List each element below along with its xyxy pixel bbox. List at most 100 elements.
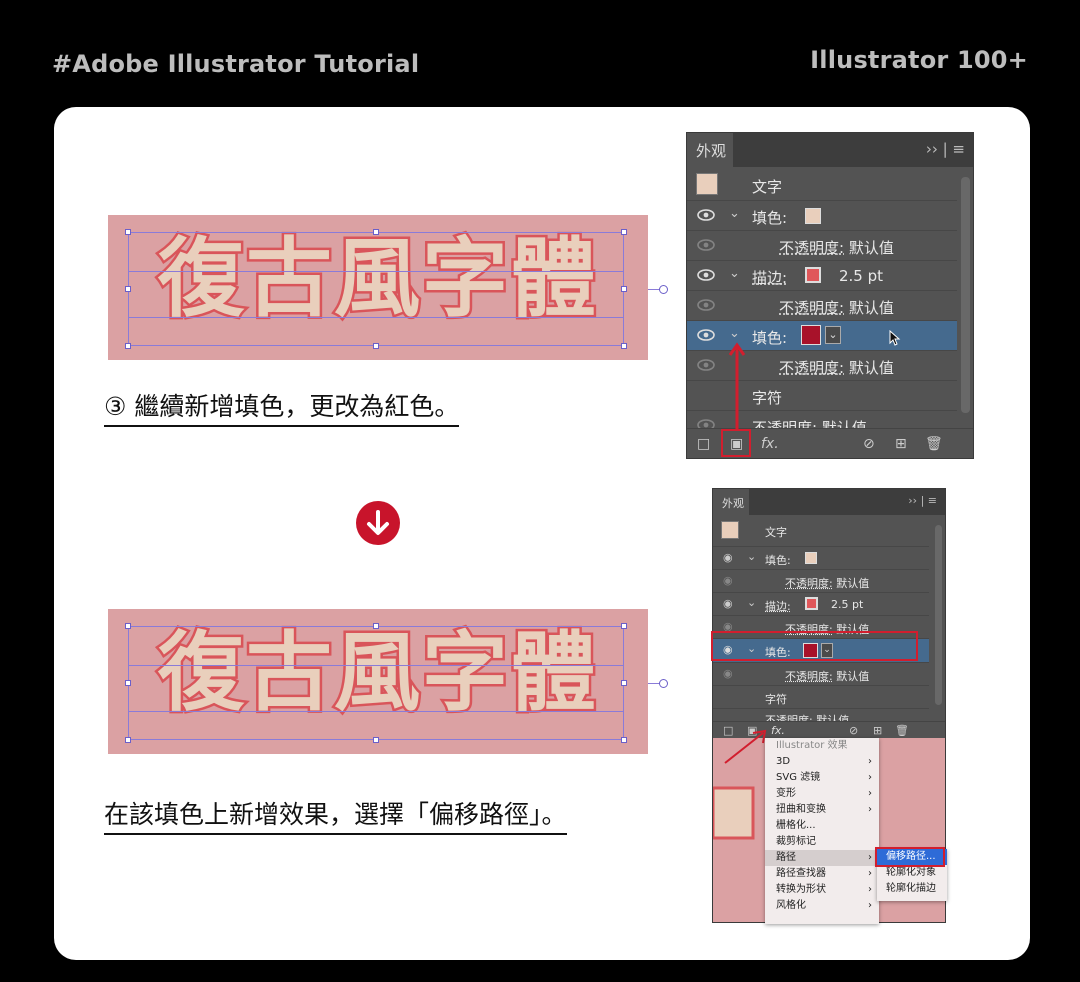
- object-thumbnail: [721, 521, 739, 539]
- fill-swatch-red[interactable]: [801, 325, 821, 345]
- menu-item-rasterize[interactable]: 栅格化...: [765, 818, 879, 834]
- fill-label: 填色:: [765, 554, 791, 567]
- chevron-down-icon[interactable]: ⌄: [729, 206, 740, 221]
- chevron-down-icon[interactable]: ⌄: [747, 596, 756, 609]
- trash-icon[interactable]: 🗑: [895, 724, 909, 737]
- appearance-panel: 外观 ›› | ≡ 文字 ⌄ 填色: 不透明度: 默认值 ⌄ 描边: 2.5 p…: [686, 132, 974, 459]
- stroke-row[interactable]: ◉ ⌄ 描边: 2.5 pt: [713, 593, 929, 616]
- fill-row-1[interactable]: ⌄ 填色:: [687, 201, 957, 231]
- header-left-title: #Adobe Illustrator Tutorial: [52, 50, 420, 78]
- clear-appearance-icon[interactable]: ⊘: [863, 436, 875, 452]
- object-row[interactable]: 文字: [687, 167, 957, 201]
- caption-step2: 在該填色上新增效果，選擇「偏移路徑」。: [104, 795, 567, 835]
- menu-item-crop-marks[interactable]: 裁剪标记: [765, 834, 879, 850]
- panel-scrollbar[interactable]: [935, 525, 942, 705]
- swatch-dropdown[interactable]: ⌄: [825, 326, 841, 344]
- eye-icon[interactable]: [697, 268, 715, 282]
- eye-icon[interactable]: ◉: [723, 551, 733, 564]
- opacity-row[interactable]: 不透明度: 默认值: [687, 231, 957, 261]
- menu-item-warp[interactable]: 变形 ›: [765, 786, 879, 802]
- characters-label: 字符: [765, 693, 787, 706]
- menu-item-path[interactable]: 路径 ›: [765, 850, 879, 866]
- highlight-offset-path: [875, 847, 945, 867]
- menu-item-svg-filters[interactable]: SVG 滤镜 ›: [765, 770, 879, 786]
- panel-menu-icon[interactable]: ›› | ≡: [926, 140, 965, 158]
- stroke-swatch[interactable]: [805, 267, 821, 283]
- tutorial-card: 復古風字體 ③ 繼續新增填色，更改為紅色。 復古風字體 在該填色上新增效果，選擇…: [54, 107, 1030, 960]
- stroke-label[interactable]: 描边:: [752, 267, 787, 288]
- artwork-step2[interactable]: 復古風字體: [108, 609, 668, 754]
- trash-icon[interactable]: 🗑: [925, 436, 943, 452]
- artwork-step1[interactable]: 復古風字體: [108, 215, 668, 360]
- fx-button[interactable]: fx.: [771, 724, 785, 737]
- duplicate-item-icon[interactable]: ⊞: [895, 436, 907, 452]
- eye-icon[interactable]: ◉: [723, 574, 733, 587]
- red-arrow-icon: [724, 729, 767, 764]
- menu-item-pathfinder[interactable]: 路径查找器 ›: [765, 866, 879, 882]
- effects-menu: Illustrator 效果 3D › SVG 滤镜 › 变形 › 扭曲和变换 › 栅格…: [765, 738, 879, 924]
- opacity-label[interactable]: 不透明度: 默认值: [785, 575, 869, 591]
- characters-row[interactable]: 字符: [713, 686, 929, 709]
- eye-icon[interactable]: [697, 328, 715, 342]
- object-label: 文字: [765, 526, 787, 539]
- cursor-icon: [889, 330, 901, 346]
- menu-item-convert-shape[interactable]: 转换为形状 ›: [765, 882, 879, 898]
- eye-icon[interactable]: [697, 208, 715, 222]
- header-right-title: Illustrator 100+: [810, 46, 1028, 74]
- stroke-width-value[interactable]: 2.5 pt: [839, 267, 883, 285]
- object-label: 文字: [752, 178, 783, 196]
- fill-label: 填色:: [752, 209, 788, 227]
- highlight-add-fill: [721, 429, 751, 457]
- submenu-item-outline-object[interactable]: 轮廓化对象: [877, 865, 947, 881]
- appearance-panel-small: 外观 ›› | ≡ 文字 ◉ ⌄ 填色: ◉ 不透明度: 默认值 ◉ ⌄ 描边:…: [711, 488, 947, 924]
- caption-step1: ③ 繼續新增填色，更改為紅色。: [104, 387, 460, 427]
- object-thumbnail: [696, 173, 718, 195]
- chevron-down-icon[interactable]: ⌄: [729, 326, 740, 341]
- opacity-row[interactable]: ◉ 不透明度: 默认值: [713, 570, 929, 593]
- text-path-handle[interactable]: [659, 285, 668, 294]
- fill-label: 填色:: [752, 329, 788, 347]
- stroke-label[interactable]: 描边:: [765, 598, 791, 614]
- menu-item-3d[interactable]: 3D ›: [765, 754, 879, 770]
- object-row[interactable]: 文字: [713, 515, 929, 547]
- fill-swatch-beige[interactable]: [805, 208, 821, 224]
- menu-title: Illustrator 效果: [776, 740, 848, 751]
- down-arrow-icon: [356, 501, 400, 545]
- eye-icon[interactable]: ◉: [723, 597, 733, 610]
- opacity-row[interactable]: ◉ 不透明度: 默认值: [713, 663, 929, 686]
- panel-tabbar: 外观 ›› | ≡: [713, 489, 945, 515]
- opacity-label[interactable]: 不透明度: 默认值: [779, 237, 894, 258]
- clear-appearance-icon[interactable]: ⊘: [849, 724, 858, 737]
- stroke-width-value[interactable]: 2.5 pt: [831, 598, 863, 611]
- fx-button[interactable]: fx.: [761, 436, 779, 452]
- add-stroke-icon[interactable]: □: [697, 436, 710, 452]
- menu-item-stylize[interactable]: 风格化 ›: [765, 898, 879, 914]
- stroke-row[interactable]: ⌄ 描边: 2.5 pt: [687, 261, 957, 291]
- text-path-handle[interactable]: [659, 679, 668, 688]
- menu-item-distort-transform[interactable]: 扭曲和变换 ›: [765, 802, 879, 818]
- panel-menu-icon[interactable]: ›› | ≡: [908, 494, 937, 507]
- chevron-down-icon[interactable]: ⌄: [747, 550, 756, 563]
- eye-icon[interactable]: [697, 298, 715, 312]
- red-arrow-up-icon: [728, 342, 746, 431]
- selection-box[interactable]: [125, 229, 627, 349]
- fill-row-1[interactable]: ◉ ⌄ 填色:: [713, 547, 929, 570]
- opacity-row[interactable]: 不透明度: 默认值: [687, 291, 957, 321]
- opacity-label[interactable]: 不透明度: 默认值: [779, 357, 894, 378]
- opacity-label[interactable]: 不透明度: 默认值: [779, 297, 894, 318]
- eye-icon[interactable]: ◉: [723, 667, 733, 680]
- characters-label: 字符: [752, 389, 783, 407]
- opacity-label[interactable]: 不透明度: 默认值: [785, 668, 869, 684]
- panel-tabbar: 外观 ›› | ≡: [687, 133, 973, 167]
- tab-appearance[interactable]: 外观: [687, 133, 733, 167]
- panel-scrollbar[interactable]: [961, 177, 970, 413]
- fill-swatch-beige[interactable]: [805, 552, 817, 564]
- eye-icon[interactable]: [697, 358, 715, 372]
- selection-box[interactable]: [125, 623, 627, 743]
- chevron-down-icon[interactable]: ⌄: [729, 266, 740, 281]
- eye-icon[interactable]: [697, 238, 715, 252]
- submenu-item-outline-stroke[interactable]: 轮廓化描边: [877, 881, 947, 897]
- tab-appearance[interactable]: 外观: [713, 489, 749, 515]
- stroke-swatch[interactable]: [805, 597, 818, 610]
- duplicate-item-icon[interactable]: ⊞: [873, 724, 882, 737]
